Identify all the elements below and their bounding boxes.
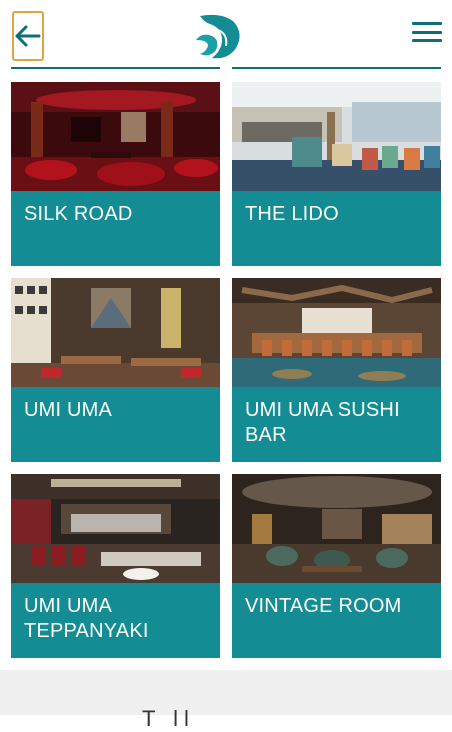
- venue-card-silk-road[interactable]: SILK ROAD: [11, 82, 220, 266]
- venue-photo: [232, 474, 441, 583]
- venue-title: VINTAGE ROOM: [245, 595, 402, 617]
- footer-text: T ll: [142, 706, 195, 731]
- venue-card-the-lido[interactable]: THE LIDO: [232, 82, 441, 266]
- venue-card-umi-uma[interactable]: UMI UMA: [11, 278, 220, 462]
- back-button[interactable]: [12, 11, 44, 61]
- wave-logo-icon[interactable]: [192, 10, 246, 62]
- hamburger-menu-icon[interactable]: [412, 20, 442, 44]
- venue-title: UMI UMA SUSHI BAR: [245, 399, 400, 446]
- menu-bar: [412, 22, 442, 25]
- venue-title: UMI UMA TEPPANYAKI: [24, 595, 149, 642]
- venue-photo: [232, 82, 441, 191]
- venue-photo: [11, 278, 220, 387]
- menu-bar: [412, 39, 442, 42]
- venue-photo: [11, 82, 220, 191]
- venue-grid: SILK ROAD THE LIDO UMI UMA UMI UMA SUSHI…: [11, 82, 441, 658]
- arrow-left-icon: [15, 25, 41, 47]
- header-divider-left: [11, 67, 220, 69]
- venue-title: SILK ROAD: [24, 203, 133, 225]
- venue-title: UMI UMA: [24, 399, 113, 421]
- app-header: [0, 0, 452, 70]
- venue-card-umi-uma-teppanyaki[interactable]: UMI UMA TEPPANYAKI: [11, 474, 220, 658]
- venue-title: THE LIDO: [245, 203, 339, 225]
- header-divider-right: [232, 67, 441, 69]
- venue-photo: [232, 278, 441, 387]
- menu-bar: [412, 30, 442, 34]
- venue-card-vintage-room[interactable]: VINTAGE ROOM: [232, 474, 441, 658]
- venue-card-umi-uma-sushi-bar[interactable]: UMI UMA SUSHI BAR: [232, 278, 441, 462]
- venue-photo: [11, 474, 220, 583]
- footer: T ll: [0, 670, 452, 731]
